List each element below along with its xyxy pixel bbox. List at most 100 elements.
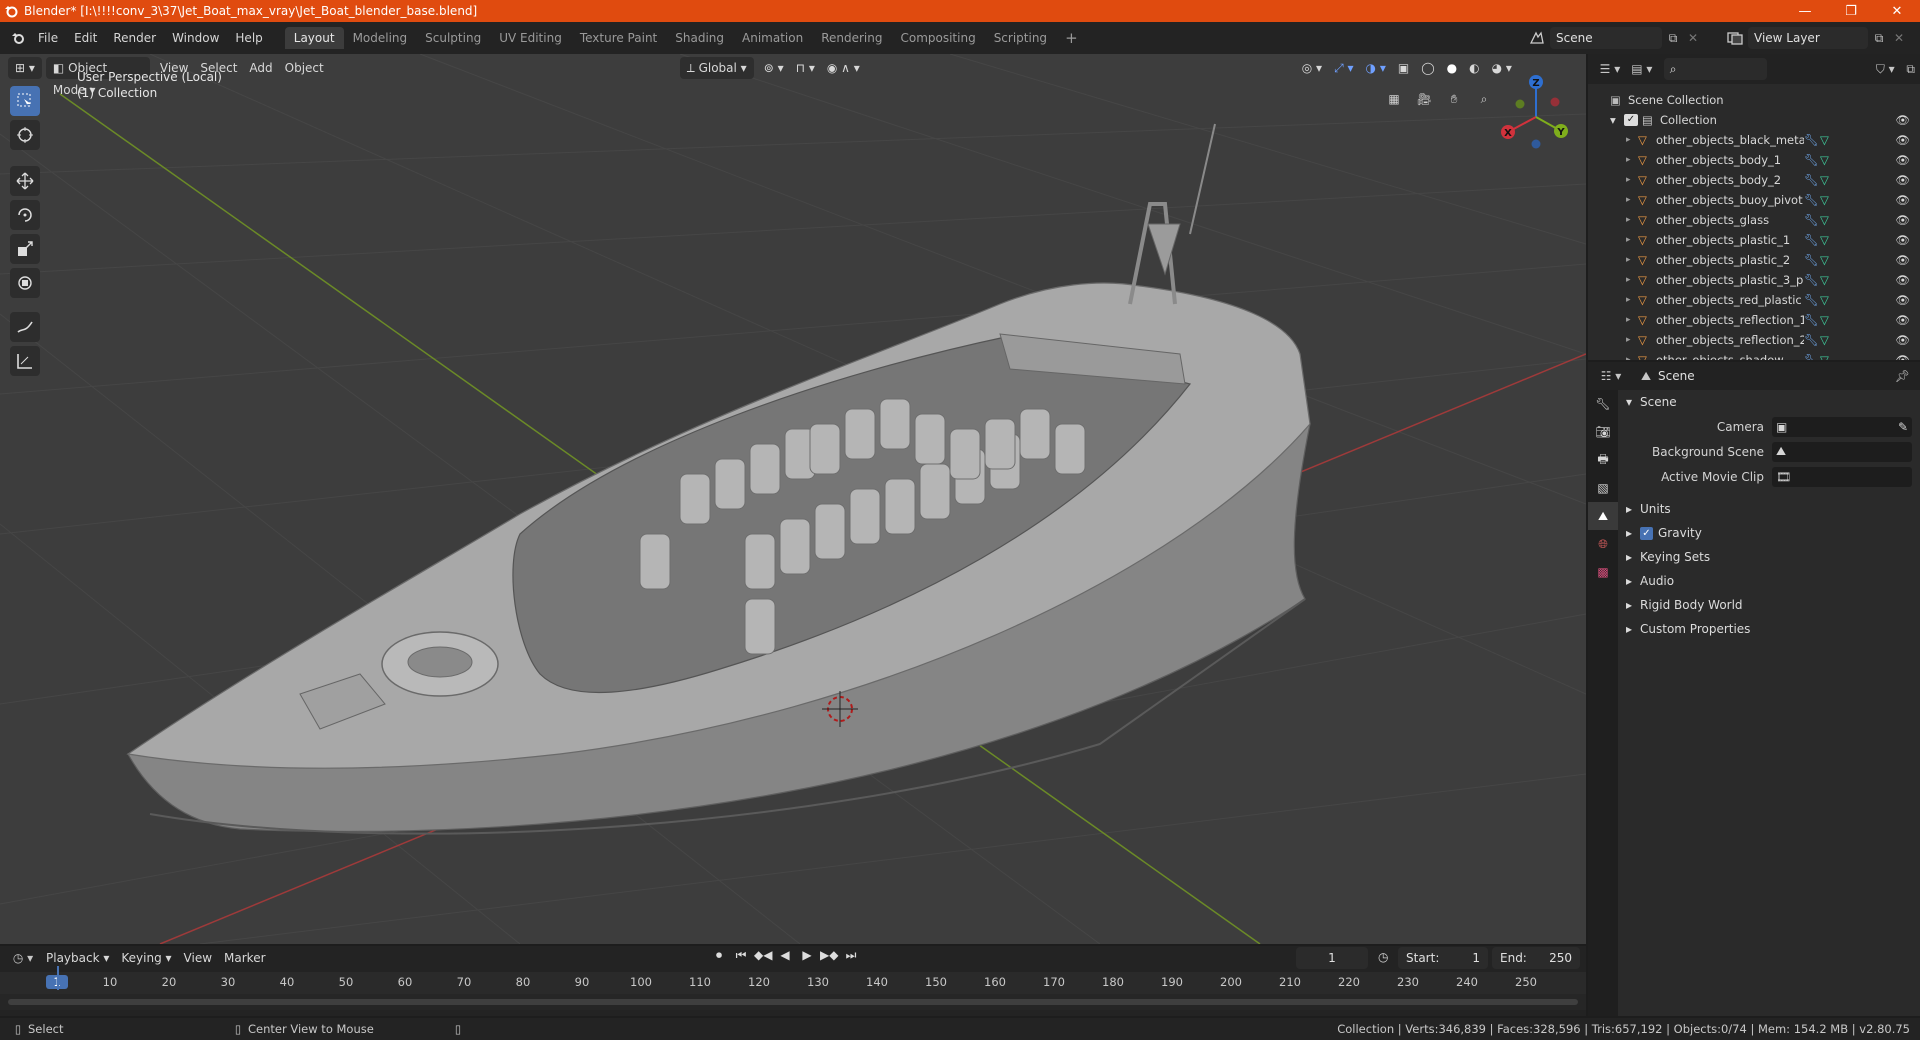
expand-arrow-icon[interactable]: ▸ xyxy=(1626,195,1638,205)
next-keyframe-icon[interactable]: ▶◆ xyxy=(820,948,838,963)
view-layer-field[interactable]: View Layer xyxy=(1748,27,1868,49)
mesh-data-icon[interactable]: ▽ xyxy=(1820,253,1836,267)
snap-icon[interactable]: ⊓ ▾ xyxy=(790,57,821,79)
mesh-data-icon[interactable]: ▽ xyxy=(1820,333,1836,347)
menu-help[interactable]: Help xyxy=(227,26,270,50)
eyedropper-icon[interactable]: ✎ xyxy=(1898,420,1908,434)
shading-solid-icon[interactable]: ● xyxy=(1441,57,1463,79)
delete-scene-icon[interactable]: ✕ xyxy=(1684,31,1702,45)
end-frame-field[interactable]: End: 250 xyxy=(1492,947,1580,969)
outliner-object-row[interactable]: ▸ ▽ other_objects_reflection_1 🔧︎ ▽ 👁︎ xyxy=(1588,310,1920,330)
mesh-data-icon[interactable]: ▽ xyxy=(1820,213,1836,227)
timeline-track[interactable] xyxy=(0,994,1586,1010)
collection-checkbox[interactable]: ✓ xyxy=(1624,114,1638,126)
pan-view-icon[interactable]: ✋︎ xyxy=(1441,86,1467,112)
tab-scripting[interactable]: Scripting xyxy=(985,27,1056,49)
gravity-panel-header[interactable]: ▸ ✓ Gravity xyxy=(1620,521,1920,545)
menu-keying[interactable]: Keying ▾ xyxy=(115,947,177,969)
outliner-search-input[interactable]: ⌕ xyxy=(1663,58,1768,80)
background-scene-field[interactable]: ⛰ xyxy=(1772,441,1912,462)
expand-arrow-icon[interactable]: ▸ xyxy=(1626,335,1638,345)
visibility-icon[interactable]: ◎ ▾ xyxy=(1296,57,1328,79)
tab-sculpting[interactable]: Sculpting xyxy=(416,27,490,49)
eye-icon[interactable]: 👁︎ xyxy=(1895,153,1910,167)
audio-panel-header[interactable]: ▸ Audio xyxy=(1620,569,1920,593)
tab-animation[interactable]: Animation xyxy=(733,27,812,49)
menu-add[interactable]: Add xyxy=(243,57,278,79)
gizmo-neg-z[interactable] xyxy=(1531,139,1541,149)
view-layer-tab-icon[interactable]: ▧ xyxy=(1588,474,1618,502)
output-tab-icon[interactable]: 🖶 xyxy=(1588,446,1618,474)
eye-icon[interactable]: 👁︎ xyxy=(1895,193,1910,207)
modifier-icon[interactable]: 🔧︎ xyxy=(1804,313,1820,327)
mesh-data-icon[interactable]: ▽ xyxy=(1820,273,1836,287)
modifier-icon[interactable]: 🔧︎ xyxy=(1804,213,1820,227)
tab-compositing[interactable]: Compositing xyxy=(891,27,984,49)
display-mode-icon[interactable]: ▤ ▾ xyxy=(1626,62,1658,76)
mesh-data-icon[interactable]: ▽ xyxy=(1820,233,1836,247)
menu-render[interactable]: Render xyxy=(105,26,164,50)
eye-icon[interactable]: 👁︎ xyxy=(1895,333,1910,347)
expand-arrow-icon[interactable]: ▸ xyxy=(1626,275,1638,285)
proportional-edit-icon[interactable]: ◉ ∧ ▾ xyxy=(821,57,866,79)
menu-playback[interactable]: Playback ▾ xyxy=(40,947,115,969)
pin-icon[interactable]: 📌︎ xyxy=(1895,369,1910,383)
eye-icon[interactable]: 👁︎ xyxy=(1895,253,1910,267)
cursor-tool[interactable] xyxy=(10,120,40,150)
expand-arrow-icon[interactable]: ▸ xyxy=(1626,315,1638,325)
world-tab-icon[interactable]: 🌐︎ xyxy=(1588,530,1618,558)
view-layer-selector[interactable]: View Layer ⧉ ✕ xyxy=(1722,26,1908,50)
xray-toggle-icon[interactable]: ▣ xyxy=(1392,57,1415,79)
rotate-tool[interactable] xyxy=(10,200,40,230)
camera-view-icon[interactable]: 🎥︎ xyxy=(1411,86,1437,112)
prev-keyframe-icon[interactable]: ◆◀ xyxy=(754,948,772,963)
tab-uv-editing[interactable]: UV Editing xyxy=(490,27,571,49)
expand-arrow-icon[interactable]: ▸ xyxy=(1626,215,1638,225)
outliner-object-row[interactable]: ▸▽other_objects_black_metal_pivot🔧︎▽👁︎ xyxy=(1588,130,1920,150)
modifier-icon[interactable]: 🔧︎ xyxy=(1804,353,1820,360)
render-tab-icon[interactable]: 📷︎ xyxy=(1588,418,1618,446)
tab-layout[interactable]: Layout xyxy=(284,27,344,49)
outliner-object-row[interactable]: ▸ ▽ other_objects_body_1 🔧︎ ▽ 👁︎ xyxy=(1588,150,1920,170)
expand-arrow-icon[interactable]: ▸ xyxy=(1626,135,1638,145)
modifier-icon[interactable]: 🔧︎ xyxy=(1804,193,1820,207)
outliner-object-row[interactable]: ▸ ▽ other_objects_body_2 🔧︎ ▽ 👁︎ xyxy=(1588,170,1920,190)
modifier-icon[interactable]: 🔧︎ xyxy=(1804,273,1820,287)
eye-icon[interactable]: 👁︎ xyxy=(1895,353,1910,360)
expand-arrow-icon[interactable]: ▸ xyxy=(1626,235,1638,245)
blender-menu-icon[interactable] xyxy=(6,26,30,50)
mesh-data-icon[interactable]: ▽ xyxy=(1820,133,1836,147)
scene-panel-header[interactable]: ▾ Scene xyxy=(1620,390,1920,414)
mesh-data-icon[interactable]: ▽ xyxy=(1820,353,1836,360)
outliner-object-row[interactable]: ▸ ▽ other_objects_glass 🔧︎ ▽ 👁︎ xyxy=(1588,210,1920,230)
scene-field[interactable]: Scene xyxy=(1550,27,1662,49)
outliner-object-row[interactable]: ▸ ▽ other_objects_plastic_2 🔧︎ ▽ 👁︎ xyxy=(1588,250,1920,270)
new-scene-icon[interactable]: ⧉ xyxy=(1662,31,1684,46)
mesh-data-icon[interactable]: ▽ xyxy=(1820,153,1836,167)
outliner-object-row[interactable]: ▸▽other_objects_plastic_3_pivot🔧︎▽👁︎ xyxy=(1588,270,1920,290)
new-view-layer-icon[interactable]: ⧉ xyxy=(1868,31,1890,46)
shading-wireframe-icon[interactable]: ◯ xyxy=(1415,57,1440,79)
modifier-icon[interactable]: 🔧︎ xyxy=(1804,133,1820,147)
menu-window[interactable]: Window xyxy=(164,26,227,50)
outliner-editor-icon[interactable]: ☰ ▾ xyxy=(1594,62,1626,76)
modifier-icon[interactable]: 🔧︎ xyxy=(1804,173,1820,187)
tab-texture-paint[interactable]: Texture Paint xyxy=(571,27,666,49)
maximize-icon[interactable]: ❐ xyxy=(1828,0,1874,22)
jet-boat-model[interactable] xyxy=(126,123,1311,835)
expand-arrow-icon[interactable]: ▸ xyxy=(1626,155,1638,165)
camera-field[interactable]: ▣ ✎ xyxy=(1772,416,1912,437)
mesh-data-icon[interactable]: ▽ xyxy=(1820,313,1836,327)
tab-rendering[interactable]: Rendering xyxy=(812,27,891,49)
mesh-data-icon[interactable]: ▽ xyxy=(1820,293,1836,307)
shading-material-icon[interactable]: ◐ xyxy=(1463,57,1485,79)
navigation-gizmo[interactable]: Z X Y xyxy=(1496,72,1576,162)
measure-tool[interactable] xyxy=(10,346,40,376)
outliner-object-row[interactable]: ▸ ▽ other_objects_buoy_pivot 🔧︎ ▽ 👁︎ xyxy=(1588,190,1920,210)
expand-arrow-icon[interactable]: ▾ xyxy=(1610,113,1624,127)
eye-icon[interactable]: 👁︎ xyxy=(1895,313,1910,327)
move-tool[interactable] xyxy=(10,166,40,196)
rigid-body-world-panel-header[interactable]: ▸ Rigid Body World xyxy=(1620,593,1920,617)
outliner-object-row[interactable]: ▸ ▽ other_objects_shadow 🔧︎ ▽ 👁︎ xyxy=(1588,350,1920,360)
transform-orientation-dropdown[interactable]: ⟂ Global ▾ xyxy=(679,57,754,79)
